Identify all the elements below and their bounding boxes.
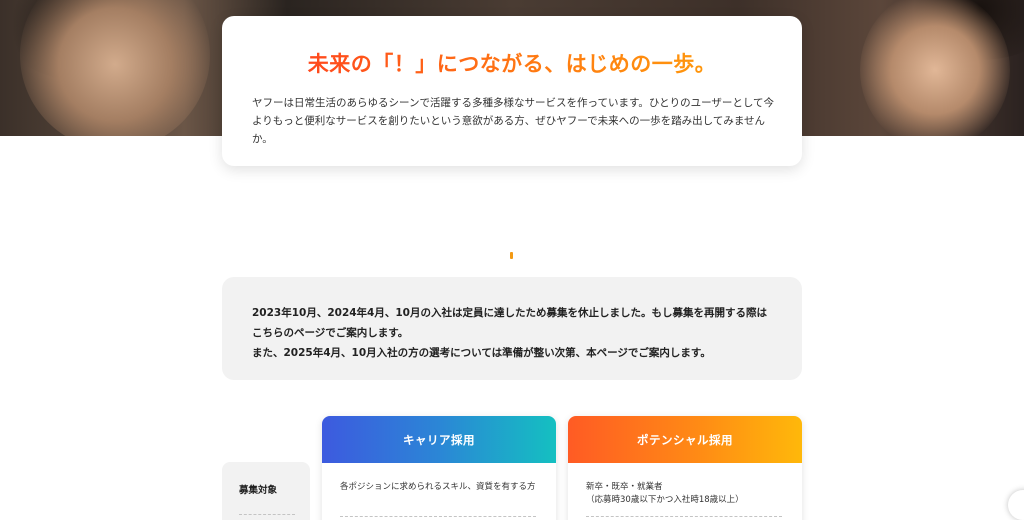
floating-action-icon[interactable] — [1008, 490, 1024, 520]
potential-target-line-1: 新卒・既卒・就業者 — [586, 482, 663, 492]
row-label-cell: 募集対象 — [222, 462, 310, 520]
accent-mark — [510, 252, 513, 259]
hero-photo-person-left — [20, 0, 210, 136]
row-divider — [239, 514, 295, 515]
recruitment-notice: 2023年10月、2024年4月、10月の入社は定員に達したため募集を休止しまし… — [222, 277, 802, 380]
potential-plan-body: 新卒・既卒・就業者 （応募時30歳以下かつ入社時18歳以上） — [568, 463, 802, 517]
career-plan-header: キャリア採用 — [322, 416, 556, 463]
notice-line-3: また、2025年4月、10月入社の方の選考については準備が整い次第、本ページでご… — [252, 347, 711, 359]
intro-text: ヤフーは日常生活のあらゆるシーンで活躍する多種多様なサービスを作っています。ひと… — [252, 97, 775, 145]
career-row-divider — [340, 516, 536, 517]
hero-photo-person-right — [860, 0, 1010, 136]
potential-plan-column: ポテンシャル採用 新卒・既卒・就業者 （応募時30歳以下かつ入社時18歳以上） — [568, 416, 802, 520]
notice-line-1: 2023年10月、2024年4月、10月の入社は定員に達したため募集を休止しまし… — [252, 307, 767, 319]
career-plan-column: キャリア採用 各ポジションに求められるスキル、資質を有する方 — [322, 416, 556, 520]
career-plan-body: 各ポジションに求められるスキル、資質を有する方 — [322, 463, 556, 517]
row-label-target: 募集対象 — [239, 485, 278, 496]
potential-plan-header: ポテンシャル採用 — [568, 416, 802, 463]
potential-row-divider — [586, 516, 782, 517]
career-target-text: 各ポジションに求められるスキル、資質を有する方 — [340, 482, 536, 492]
potential-target-line-2: （応募時30歳以下かつ入社時18歳以上） — [586, 495, 744, 505]
notice-line-2: こちらのページでご案内します。 — [252, 327, 409, 339]
intro-card: 未来の「！」につながる、はじめの一歩。 ヤフーは日常生活のあらゆるシーンで活躍す… — [222, 16, 802, 166]
intro-title: 未来の「！」につながる、はじめの一歩。 — [252, 48, 772, 78]
